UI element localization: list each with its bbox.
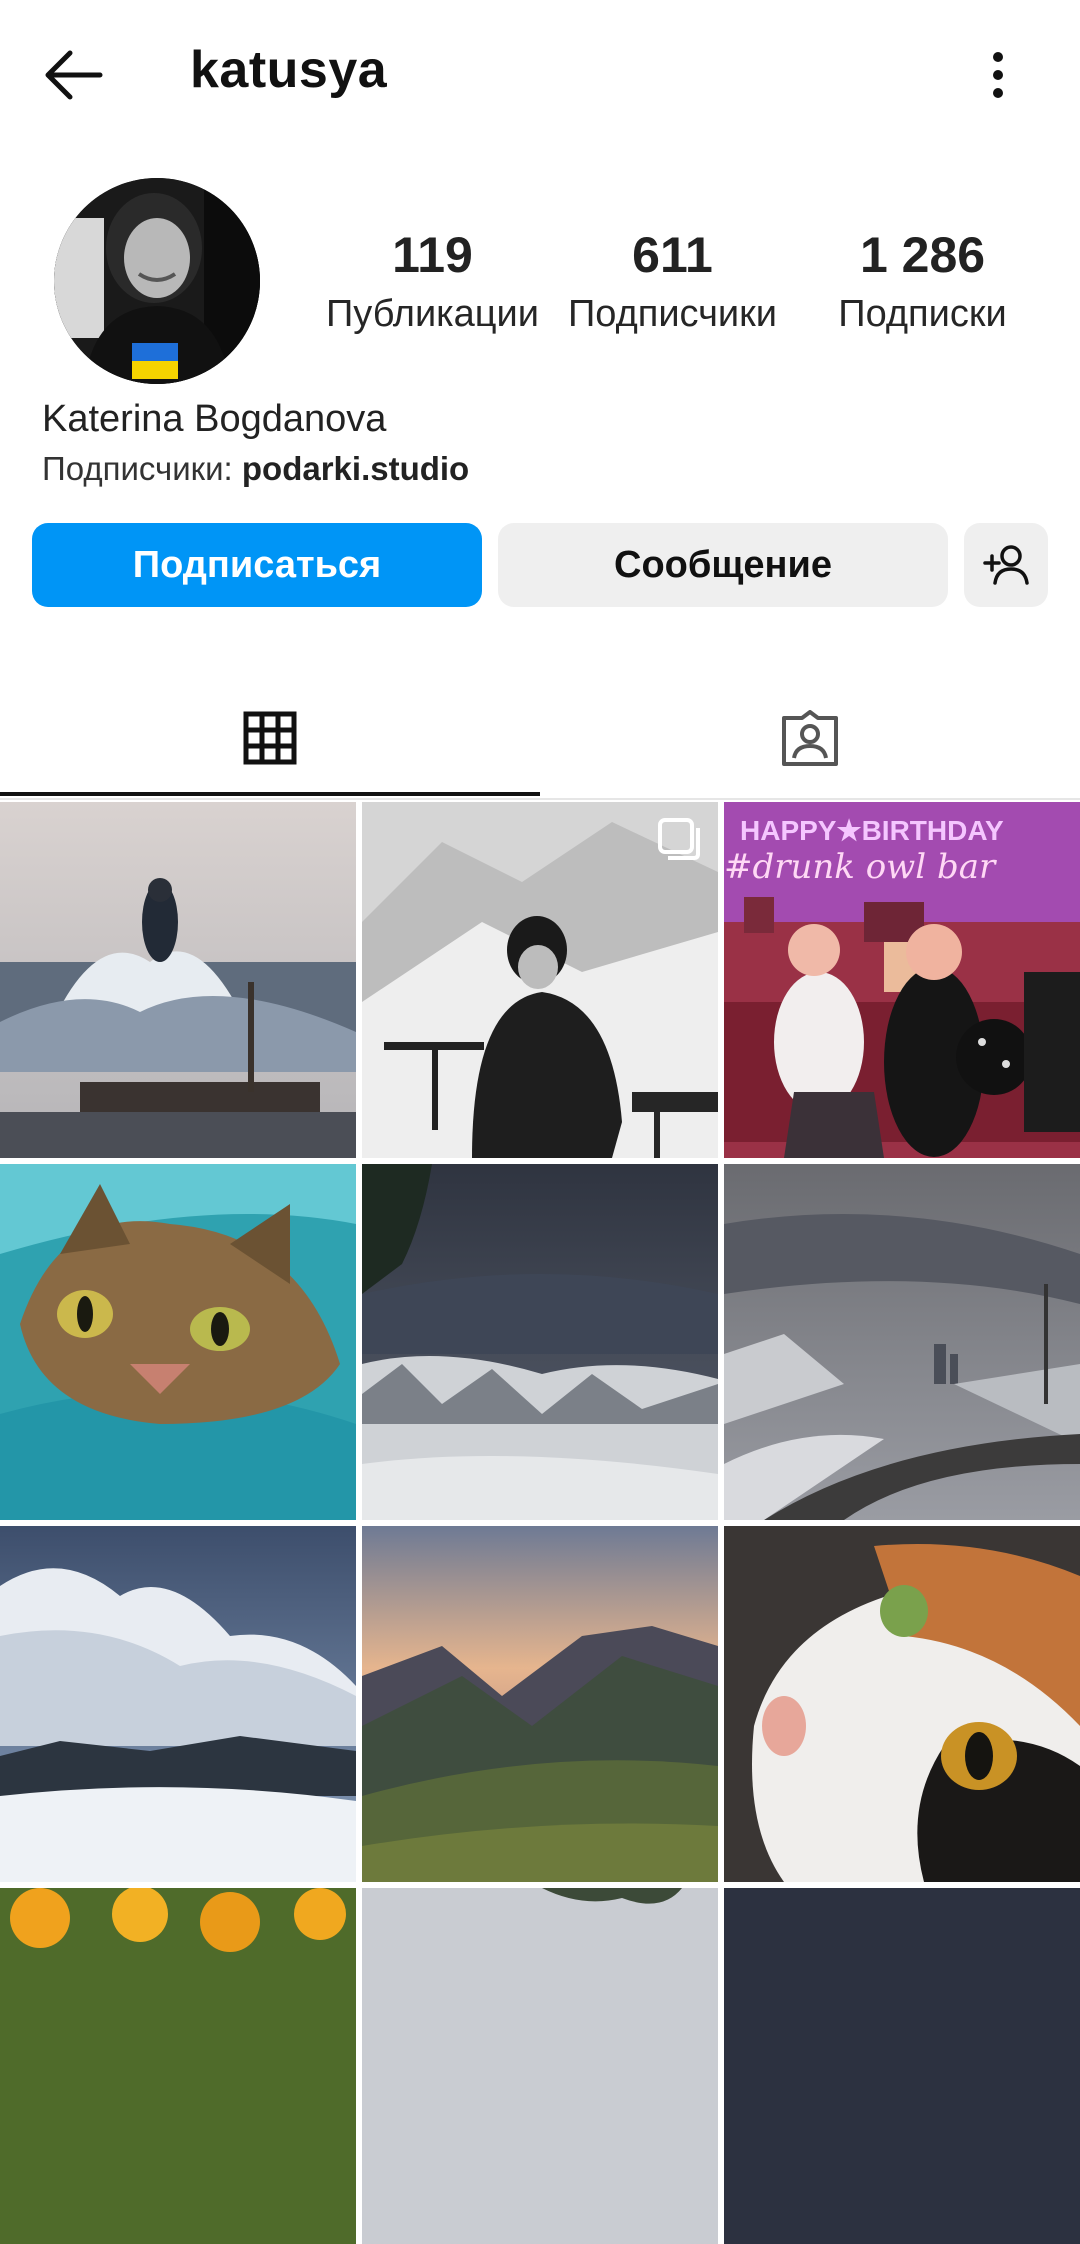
arrow-left-icon — [45, 50, 103, 100]
message-button[interactable]: Сообщение — [498, 523, 948, 607]
followers-label: Подписчики — [567, 293, 778, 335]
followed-by-user: podarki.studio — [241, 450, 470, 487]
stat-followers[interactable]: 611 Подписчики — [550, 225, 795, 339]
post-image — [724, 1164, 1080, 1520]
post-tile-snowy-clouds[interactable] — [0, 1526, 356, 1882]
active-tab-indicator — [0, 792, 540, 796]
posts-label: Публикации — [325, 293, 539, 335]
suggest-users-button[interactable] — [964, 523, 1048, 607]
post-tile-snow-mountain[interactable] — [362, 802, 718, 1158]
add-user-icon — [983, 545, 1029, 585]
banner-text: HAPPY★BIRTHDAY — [740, 815, 1004, 846]
post-tile-mountain-sunset[interactable] — [362, 1526, 718, 1882]
post-tile-tabby-cat[interactable] — [0, 1164, 356, 1520]
avatar-image — [54, 178, 260, 384]
post-image — [724, 1888, 1080, 2244]
more-vertical-icon — [993, 52, 1003, 98]
profile-stats: 119 Публикации 611 Подписчики 1 286 Подп… — [300, 225, 1080, 345]
post-tile-winter-storm[interactable] — [362, 1164, 718, 1520]
post-image — [0, 1526, 356, 1882]
posts-count: 119 — [392, 227, 473, 283]
following-count: 1 286 — [859, 227, 986, 283]
more-options-button[interactable] — [975, 45, 1021, 105]
post-tile-birthday-party[interactable]: HAPPY★BIRTHDAY #drunk owl bar — [724, 802, 1080, 1158]
following-label: Подписки — [838, 293, 1007, 335]
post-image — [362, 1888, 718, 2244]
follow-button[interactable]: Подписаться — [32, 523, 482, 607]
post-tile-winter-road[interactable] — [724, 1164, 1080, 1520]
tab-posts-grid[interactable] — [0, 680, 540, 796]
post-image: HAPPY★BIRTHDAY #drunk owl bar — [724, 802, 1080, 1158]
profile-full-name: Katerina Bogdanova — [42, 398, 387, 440]
post-tile-sea-splash[interactable] — [0, 802, 356, 1158]
post-image — [0, 802, 356, 1158]
profile-avatar[interactable] — [54, 178, 260, 384]
post-tile-calico-cat[interactable] — [724, 1526, 1080, 1882]
profile-username: katusya — [190, 41, 388, 99]
profile-tabs — [0, 680, 1080, 800]
neon-sign-text: #drunk owl bar — [724, 847, 997, 887]
multiple-photos-icon — [658, 818, 700, 860]
grid-icon — [243, 711, 297, 765]
stat-posts[interactable]: 119 Публикации — [315, 225, 550, 339]
tagged-user-icon — [782, 710, 838, 766]
post-image — [362, 1164, 718, 1520]
tab-tagged[interactable] — [540, 680, 1080, 796]
back-button[interactable] — [40, 45, 110, 105]
post-tile-dark-sky[interactable] — [724, 1888, 1080, 2244]
post-image — [0, 1888, 356, 2244]
post-image — [724, 1526, 1080, 1882]
post-image — [0, 1164, 356, 1520]
followers-count: 611 — [632, 227, 713, 283]
post-image — [362, 1526, 718, 1882]
post-tile-sky-trees[interactable] — [362, 1888, 718, 2244]
stat-following[interactable]: 1 286 Подписки — [805, 225, 1040, 339]
followed-by[interactable]: Подписчики: podarki.studio — [42, 450, 469, 488]
followed-by-label: Подписчики: — [42, 450, 242, 487]
top-bar: katusya — [0, 0, 1080, 145]
post-tile-oranges[interactable] — [0, 1888, 356, 2244]
